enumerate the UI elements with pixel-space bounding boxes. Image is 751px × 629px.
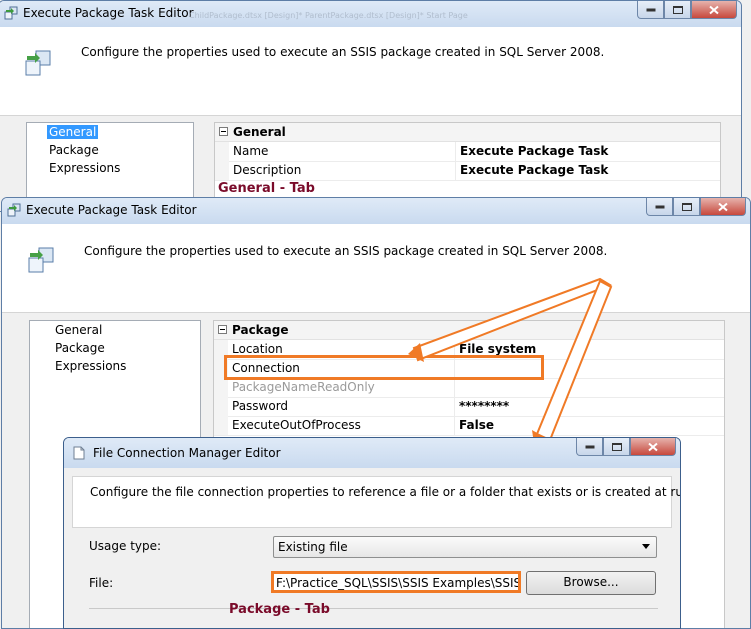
property-name: Description (233, 163, 302, 177)
usage-type-label: Usage type: (89, 539, 162, 553)
close-button[interactable] (691, 1, 737, 19)
property-row[interactable]: Name Execute Package Task (215, 142, 720, 162)
minimize-button[interactable] (637, 1, 664, 19)
collapse-icon[interactable] (219, 127, 228, 136)
property-name: Location (232, 342, 283, 356)
close-icon (648, 442, 658, 451)
description-header: Configure the file connection properties… (72, 476, 680, 528)
maximize-icon (681, 202, 692, 211)
title-bar[interactable]: Execute Package Task Editor ChildPackage… (0, 1, 741, 27)
general-tab-annotation: General - Tab (218, 181, 315, 196)
window-title: File Connection Manager Editor (93, 446, 281, 460)
maximize-icon (672, 5, 683, 14)
property-name: Name (233, 144, 269, 158)
property-name: Password (232, 399, 289, 413)
property-value[interactable]: ******** (459, 399, 509, 413)
category-label: General (233, 125, 286, 139)
property-row[interactable]: Description Execute Package Task (215, 161, 720, 181)
property-name: PackageNameReadOnly (232, 380, 375, 394)
minimize-icon (655, 205, 664, 208)
ssis-task-icon (4, 6, 18, 20)
description-header: Configure the properties used to execute… (2, 224, 750, 313)
property-value[interactable]: Execute Package Task (460, 163, 608, 177)
ssis-task-icon (7, 203, 21, 217)
category-package[interactable]: Package (214, 321, 724, 340)
execute-package-icon (28, 247, 54, 273)
maximize-button[interactable] (664, 1, 691, 19)
file-path-field[interactable]: F:\Practice_SQL\SSIS\SSIS Examples\SSIS … (271, 571, 521, 593)
window-controls (576, 438, 676, 458)
execute-package-task-editor-general-window: Execute Package Task Editor ChildPackage… (0, 0, 742, 212)
package-tab-annotation: Package - Tab (229, 602, 330, 617)
browse-button[interactable]: Browse... (526, 571, 656, 595)
window-title: Execute Package Task Editor (23, 6, 194, 20)
close-icon (709, 5, 719, 14)
property-name: ExecuteOutOfProcess (232, 418, 361, 432)
nav-item-package[interactable]: Package (49, 143, 99, 157)
execute-package-icon (25, 50, 51, 76)
file-icon (73, 446, 85, 460)
file-connection-manager-editor-window: File Connection Manager Editor Configure… (63, 437, 681, 629)
category-general[interactable]: General (215, 123, 720, 142)
property-value[interactable]: False (459, 418, 494, 432)
nav-item-general[interactable]: General (55, 323, 102, 337)
description-text: Configure the file connection properties… (90, 485, 681, 499)
property-row[interactable]: PackageNameReadOnly (214, 378, 724, 398)
chevron-down-icon (642, 544, 650, 549)
usage-type-value: Existing file (278, 540, 348, 554)
description-header: Configure the properties used to execute… (0, 27, 741, 116)
property-row[interactable]: Password ******** (214, 397, 724, 417)
nav-item-package[interactable]: Package (55, 341, 105, 355)
property-value[interactable]: Execute Package Task (460, 144, 608, 158)
maximize-button[interactable] (673, 198, 700, 216)
maximize-button[interactable] (603, 438, 630, 456)
close-button[interactable] (700, 198, 746, 216)
background-tabs-text: ChildPackage.dtsx [Design]* ParentPackag… (189, 11, 468, 20)
nav-item-expressions[interactable]: Expressions (55, 359, 126, 373)
minimize-icon (585, 445, 594, 448)
maximize-icon (611, 442, 622, 451)
file-label: File: (89, 576, 114, 590)
nav-item-expressions[interactable]: Expressions (49, 161, 120, 175)
category-label: Package (232, 323, 289, 337)
description-text: Configure the properties used to execute… (84, 244, 608, 258)
usage-type-dropdown[interactable]: Existing file (273, 536, 657, 558)
property-value[interactable]: File system (459, 342, 536, 356)
close-icon (718, 202, 728, 211)
nav-item-general[interactable]: General (47, 125, 99, 139)
title-bar[interactable]: File Connection Manager Editor (64, 438, 680, 468)
close-button[interactable] (630, 438, 676, 456)
window-title: Execute Package Task Editor (26, 203, 197, 217)
description-text: Configure the properties used to execute… (81, 45, 605, 59)
title-bar[interactable]: Execute Package Task Editor (2, 198, 750, 224)
connection-highlight-box (224, 355, 544, 380)
collapse-icon[interactable] (218, 325, 227, 334)
window-controls (646, 198, 746, 218)
file-path-value: F:\Practice_SQL\SSIS\SSIS Examples\SSIS … (276, 576, 521, 590)
browse-label: Browse... (563, 575, 619, 589)
window-controls (637, 1, 737, 21)
minimize-button[interactable] (576, 438, 603, 456)
property-row[interactable]: ExecuteOutOfProcess False (214, 416, 724, 436)
minimize-icon (646, 8, 655, 11)
divider (89, 608, 658, 609)
minimize-button[interactable] (646, 198, 673, 216)
